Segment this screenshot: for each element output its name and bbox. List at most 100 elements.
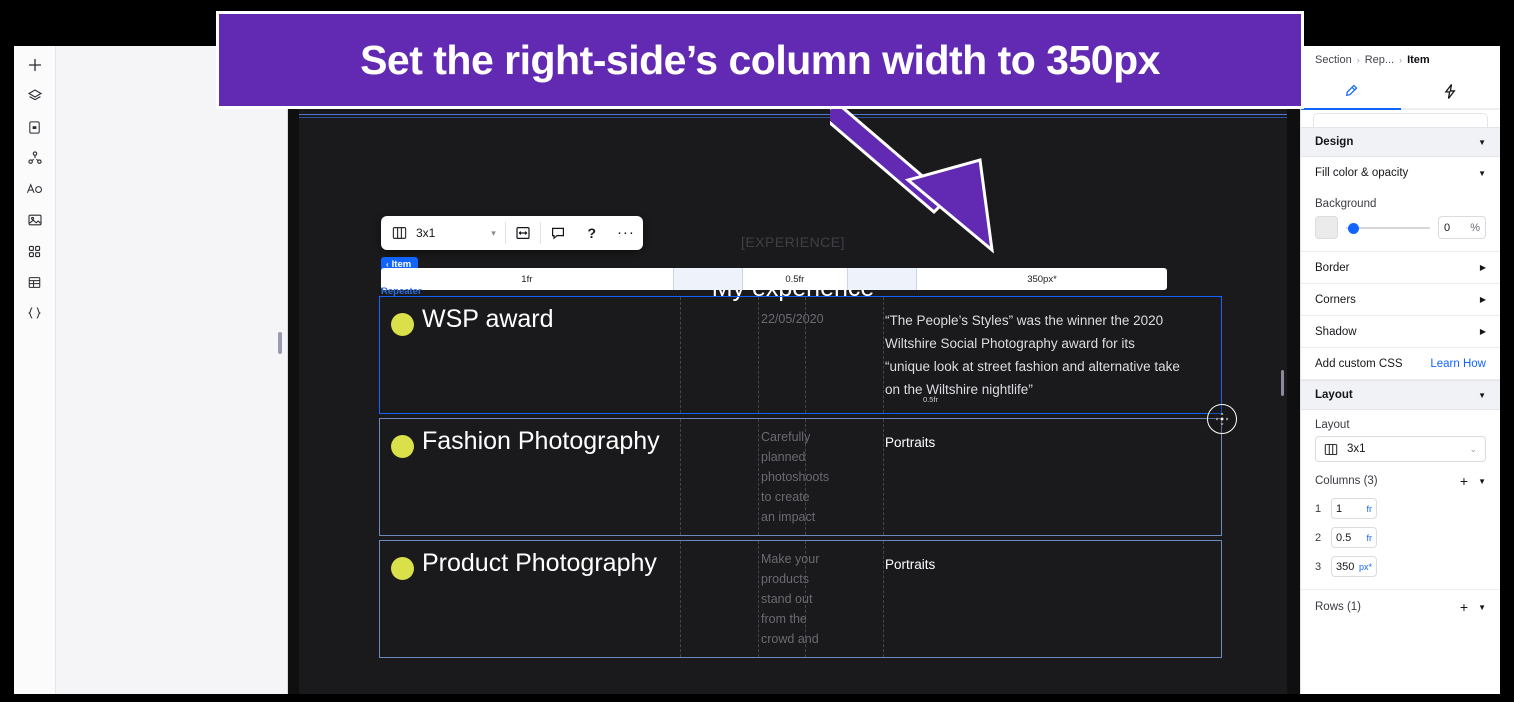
row-right-text: Portraits [885,435,936,450]
annotation-text: Set the right-side’s column width to 350… [360,36,1160,83]
more-options-icon[interactable]: ··· [609,216,643,250]
opacity-input[interactable]: 0 % [1438,216,1486,239]
rows-header: Rows (1) + ▼ [1301,589,1500,620]
chevron-down-icon: ▼ [1478,168,1486,178]
grid-toolbar[interactable]: 3x1 ▾ ? ··· [381,216,643,250]
resize-icon[interactable] [506,216,540,250]
chevron-right-icon: ▶ [1479,263,1486,272]
columns-icon [1324,443,1338,455]
column-size-row: 3 350 px* [1301,552,1500,581]
bullet-dot [393,315,412,334]
column-size-row: 2 0.5 fr [1301,523,1500,552]
layout-select[interactable]: 3x1 ⌄ [1315,436,1486,462]
breadcrumb[interactable]: Section › Rep... › Item [1301,46,1500,74]
left-toolbar [14,46,56,694]
ruler-label-3: 350px* [1027,273,1057,285]
layout-section-header[interactable]: Layout ▼ [1301,380,1500,410]
table-row[interactable]: Fashion Photography Carefully planned ph… [379,418,1222,536]
table-row[interactable]: Product Photography Make your products s… [379,540,1222,658]
column-1-unit: fr [1366,503,1373,514]
chevron-down-icon[interactable]: ▼ [1478,477,1486,486]
column-2-value: 0.5 [1336,531,1352,544]
learn-how-link[interactable]: Learn How [1430,358,1486,370]
layout-section-title: Layout [1315,389,1353,401]
custom-css-label: Add custom CSS [1315,357,1403,370]
cell-divider [883,297,884,413]
column-3-input[interactable]: 350 px* [1331,556,1377,577]
row-right-text: “The People’s Styles” was the winner the… [885,313,1180,397]
bullet-dot [393,437,412,456]
corners-label: Corners [1315,293,1356,306]
ruler-label-2: 0.5fr [785,273,805,285]
grid-layout-select[interactable]: 3x1 ▾ [381,216,505,250]
column-3-value: 350 [1336,560,1355,573]
row-title: Product Photography [422,549,657,577]
custom-css-row[interactable]: Add custom CSS Learn How [1301,348,1500,380]
page-icon[interactable] [20,116,50,138]
cell-divider [758,297,759,413]
layers-icon[interactable] [20,85,50,107]
chevron-down-icon[interactable]: ▼ [1478,603,1486,612]
shadow-label: Shadow [1315,325,1357,338]
columns-label: Columns (3) [1315,475,1378,487]
design-section-header[interactable]: Design ▼ [1301,127,1500,157]
add-row-button[interactable]: + [1460,600,1468,614]
chevron-right-icon: ▶ [1479,295,1486,304]
border-row[interactable]: Border ▶ [1301,252,1500,284]
cell-divider [680,419,681,535]
brush-icon [1346,84,1358,96]
table-row[interactable]: WSP award 22/05/2020 “The People’s Style… [379,296,1222,414]
opacity-unit: % [1470,221,1480,234]
move-cursor-icon [1207,404,1237,434]
chevron-down-icon: ⌄ [1469,443,1477,454]
help-icon[interactable]: ? [575,216,609,250]
text-icon[interactable] [20,178,50,200]
ruler-segment-2[interactable]: 0.5fr [743,268,848,290]
opacity-slider[interactable] [1346,221,1430,235]
lightning-icon [1444,83,1456,99]
column-ruler[interactable]: 1fr 0.5fr 350px* [381,268,1167,290]
image-icon[interactable] [20,209,50,231]
slider-knob[interactable] [1348,222,1359,234]
annotation-banner: Set the right-side’s column width to 350… [216,11,1304,109]
ruler-label-1: 1fr [521,273,533,285]
ruler-segment-1[interactable]: 1fr [381,268,674,290]
inline-fr-label: 0.5fr [923,395,939,404]
row-middle-text: Carefully planned photoshoots to create … [761,430,830,524]
row-middle-text: 22/05/2020 [761,312,824,326]
cell-divider [758,541,759,657]
fill-color-opacity-row[interactable]: Fill color & opacity ▼ [1301,157,1500,189]
layout-field-label: Layout [1315,419,1350,431]
chevron-right-icon: ▶ [1479,327,1486,336]
shadow-row[interactable]: Shadow ▶ [1301,316,1500,348]
ruler-segment-3[interactable]: 350px* [917,268,1167,290]
inspector-resize-grip[interactable] [1281,370,1284,396]
bullet-dot [393,559,412,578]
table-icon[interactable] [20,271,50,293]
column-1-input[interactable]: 1 fr [1331,498,1377,519]
add-column-button[interactable]: + [1460,474,1468,488]
apps-icon[interactable] [20,240,50,262]
comment-icon[interactable] [541,216,575,250]
design-section-title: Design [1315,136,1354,148]
background-label: Background [1315,198,1377,210]
left-side-panel [56,46,288,694]
tab-interactions[interactable] [1401,74,1501,110]
background-color-swatch[interactable] [1315,216,1338,239]
row-title: Fashion Photography [422,427,660,455]
tab-design[interactable] [1301,74,1401,110]
chevron-down-icon: ▼ [1478,390,1486,400]
chevron-down-icon: ▾ [491,227,496,238]
opacity-value: 0 [1444,221,1451,234]
breadcrumb-middle[interactable]: Rep... [1365,54,1394,66]
breadcrumb-root[interactable]: Section [1315,54,1352,66]
column-2-input[interactable]: 0.5 fr [1331,527,1377,548]
corners-row[interactable]: Corners ▶ [1301,284,1500,316]
canvas-area[interactable]: Desktop (Primar Services [EXPERIENCE] My… [288,46,1300,694]
breadcrumb-separator-2: › [1399,55,1403,65]
panel-resize-grip[interactable] [278,332,282,354]
add-icon[interactable] [20,54,50,76]
code-icon[interactable] [20,302,50,324]
connect-data-icon[interactable] [20,147,50,169]
row-title: WSP award [422,305,554,333]
